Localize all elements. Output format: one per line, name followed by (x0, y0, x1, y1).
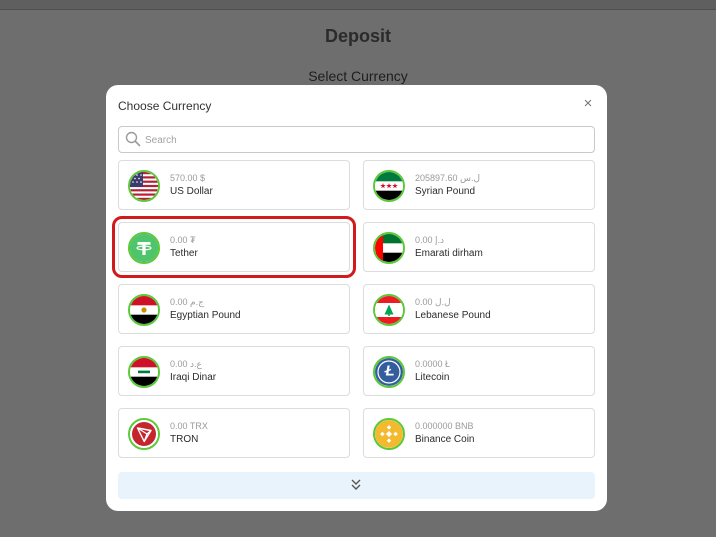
currency-balance: 0.00 ع.د (170, 359, 202, 369)
load-more-button[interactable] (118, 472, 595, 499)
currency-name: Iraqi Dinar (170, 372, 217, 383)
currency-name: Egyptian Pound (170, 310, 241, 321)
litecoin-icon (373, 356, 405, 388)
currency-balance: 0.00 ₮ (170, 235, 196, 245)
currency-card-binance-coin[interactable]: 0.000000 BNB Binance Coin (363, 408, 595, 458)
iraq-flag-icon (128, 356, 160, 388)
currency-name: US Dollar (170, 186, 213, 197)
tether-icon (128, 232, 160, 264)
currency-balance: 0.00 د.إ (415, 235, 445, 245)
close-icon[interactable]: × (581, 96, 595, 111)
currency-card-us-dollar[interactable]: 570.00 $ US Dollar (118, 160, 350, 210)
currency-balance: 0.00 ل.ل (415, 297, 451, 307)
currency-name: Syrian Pound (415, 186, 476, 197)
currency-name: Litecoin (415, 372, 450, 383)
lebanon-flag-icon (373, 294, 405, 326)
search-box (118, 126, 595, 153)
top-bar (0, 0, 716, 10)
currency-name: Emarati dirham (415, 248, 483, 259)
syria-flag-icon (373, 170, 405, 202)
currency-card-syrian-pound[interactable]: 205897.60 ل.س Syrian Pound (363, 160, 595, 210)
modal-title: Choose Currency (118, 99, 212, 113)
currency-name: TRON (170, 434, 199, 445)
currency-card-tether[interactable]: 0.00 ₮ Tether (112, 216, 356, 278)
search-input[interactable] (145, 130, 585, 150)
currency-balance: 0.000000 BNB (415, 421, 474, 431)
currency-card-tron[interactable]: 0.00 TRX TRON (118, 408, 350, 458)
currency-card-egyptian-pound[interactable]: 0.00 ج.م Egyptian Pound (118, 284, 350, 334)
currency-balance: 205897.60 ل.س (415, 173, 481, 183)
search-icon (125, 131, 141, 147)
currency-name: Tether (170, 248, 198, 259)
double-chevron-down-icon (351, 479, 361, 490)
tron-icon (128, 418, 160, 450)
currency-card-lebanese-pound[interactable]: 0.00 ل.ل Lebanese Pound (363, 284, 595, 334)
currency-card-litecoin[interactable]: 0.0000 Ł Litecoin (363, 346, 595, 396)
bnb-icon (373, 418, 405, 450)
currency-card-emarati-dirham[interactable]: 0.00 د.إ Emarati dirham (363, 222, 595, 272)
currency-balance: 570.00 $ (170, 173, 206, 183)
egypt-flag-icon (128, 294, 160, 326)
currency-card-iraqi-dinar[interactable]: 0.00 ع.د Iraqi Dinar (118, 346, 350, 396)
us-flag-icon (128, 170, 160, 202)
currency-name: Lebanese Pound (415, 310, 491, 321)
page-title: Deposit (324, 26, 391, 46)
uae-flag-icon (373, 232, 405, 264)
currency-balance: 0.00 TRX (170, 421, 208, 431)
currency-balance: 0.00 ج.م (170, 297, 204, 307)
currency-balance: 0.0000 Ł (415, 359, 451, 369)
page-subtitle: Select Currency (308, 68, 408, 84)
choose-currency-modal: Choose Currency × Search 570.00 $ US Dol… (106, 85, 607, 511)
currency-name: Binance Coin (415, 434, 475, 445)
